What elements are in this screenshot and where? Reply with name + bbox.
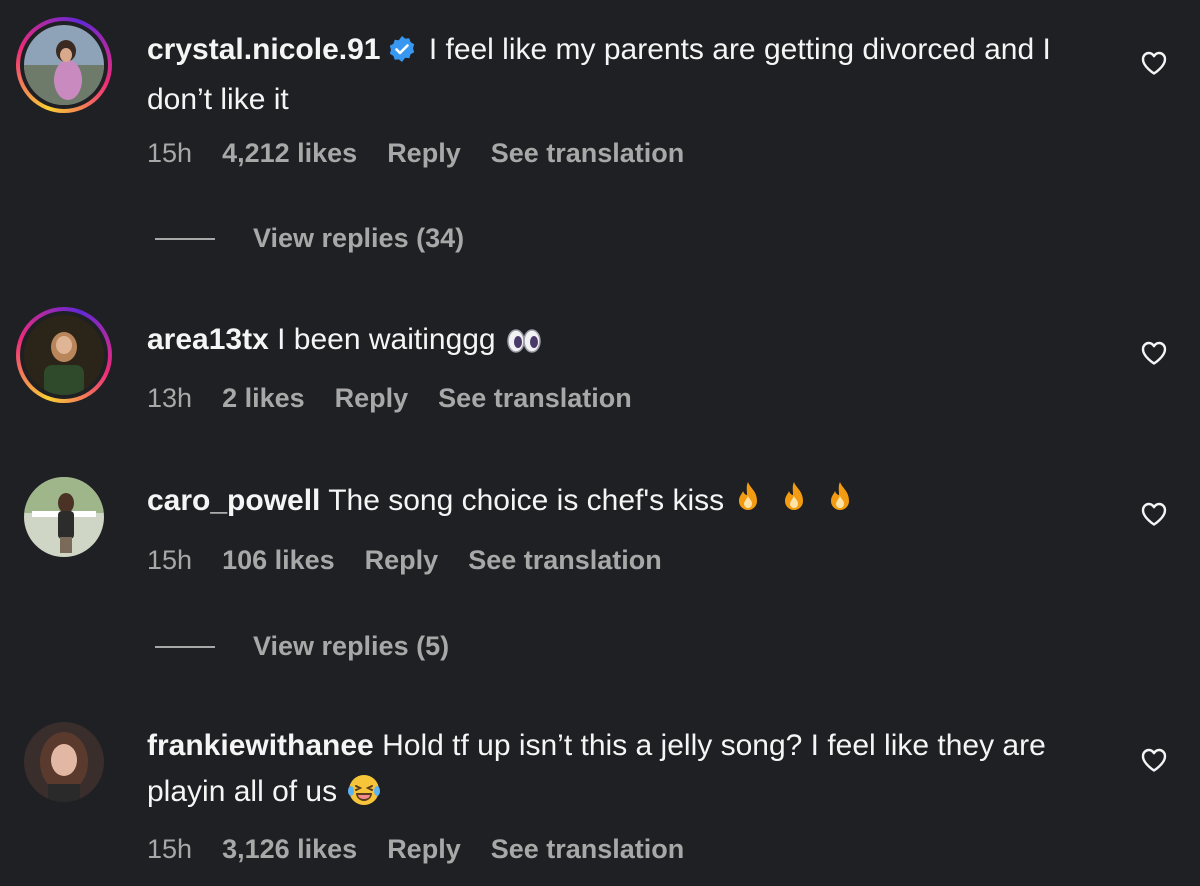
eyes-emoji-icon [506, 323, 542, 369]
avatar[interactable] [24, 477, 104, 557]
comment-text: The song choice is chef's kiss [328, 484, 725, 517]
laughing-crying-emoji-icon [347, 773, 381, 821]
see-translation-button[interactable]: See translation [468, 545, 662, 576]
fire-emoji-icon [734, 480, 864, 530]
comment-username[interactable]: area13tx [147, 323, 269, 356]
reply-button[interactable]: Reply [335, 383, 409, 414]
comment-body: frankiewithanee Hold tf up isn’t this a … [147, 723, 1087, 821]
avatar [24, 25, 104, 105]
verified-badge-icon [388, 31, 416, 77]
heart-outline-icon[interactable] [1140, 500, 1168, 528]
comment-time[interactable]: 15h [147, 138, 192, 169]
see-translation-button[interactable]: See translation [438, 383, 632, 414]
view-replies-line [155, 645, 215, 648]
avatar[interactable] [24, 722, 104, 802]
comment-body: caro_powell The song choice is chef's ki… [147, 478, 1087, 530]
comment-likes[interactable]: 4,212 likes [222, 138, 357, 169]
view-replies-line [155, 237, 215, 240]
see-translation-button[interactable]: See translation [491, 138, 685, 169]
comment-likes[interactable]: 3,126 likes [222, 834, 357, 865]
reply-button[interactable]: Reply [387, 138, 461, 169]
heart-outline-icon[interactable] [1140, 746, 1168, 774]
comment-body: crystal.nicole.91 I feel like my parents… [147, 27, 1087, 123]
view-replies-label: View replies (34) [253, 223, 465, 253]
heart-outline-icon[interactable] [1140, 49, 1168, 77]
comment-likes[interactable]: 2 likes [222, 383, 305, 414]
avatar [24, 315, 104, 395]
comment-text: I been waitinggg [277, 323, 496, 356]
comment-time[interactable]: 13h [147, 383, 192, 414]
avatar-story-ring[interactable] [16, 17, 112, 113]
reply-button[interactable]: Reply [387, 834, 461, 865]
comment-username[interactable]: caro_powell [147, 484, 320, 517]
comment-time[interactable]: 15h [147, 545, 192, 576]
comment-meta: 15h 3,126 likes Reply See translation [147, 834, 684, 865]
view-replies-button[interactable]: View replies (34) [155, 223, 464, 254]
comment-meta: 13h 2 likes Reply See translation [147, 383, 632, 414]
comment-username[interactable]: frankiewithanee [147, 729, 374, 762]
comment-body: area13tx I been waitinggg [147, 317, 1087, 369]
reply-button[interactable]: Reply [365, 545, 439, 576]
comment-meta: 15h 106 likes Reply See translation [147, 545, 662, 576]
comment-username[interactable]: crystal.nicole.91 [147, 33, 380, 66]
comment-meta: 15h 4,212 likes Reply See translation [147, 138, 684, 169]
view-replies-label: View replies (5) [253, 631, 450, 661]
heart-outline-icon[interactable] [1140, 339, 1168, 367]
see-translation-button[interactable]: See translation [491, 834, 685, 865]
comment-likes[interactable]: 106 likes [222, 545, 335, 576]
comment-time[interactable]: 15h [147, 834, 192, 865]
view-replies-button[interactable]: View replies (5) [155, 631, 449, 662]
avatar-story-ring[interactable] [16, 307, 112, 403]
